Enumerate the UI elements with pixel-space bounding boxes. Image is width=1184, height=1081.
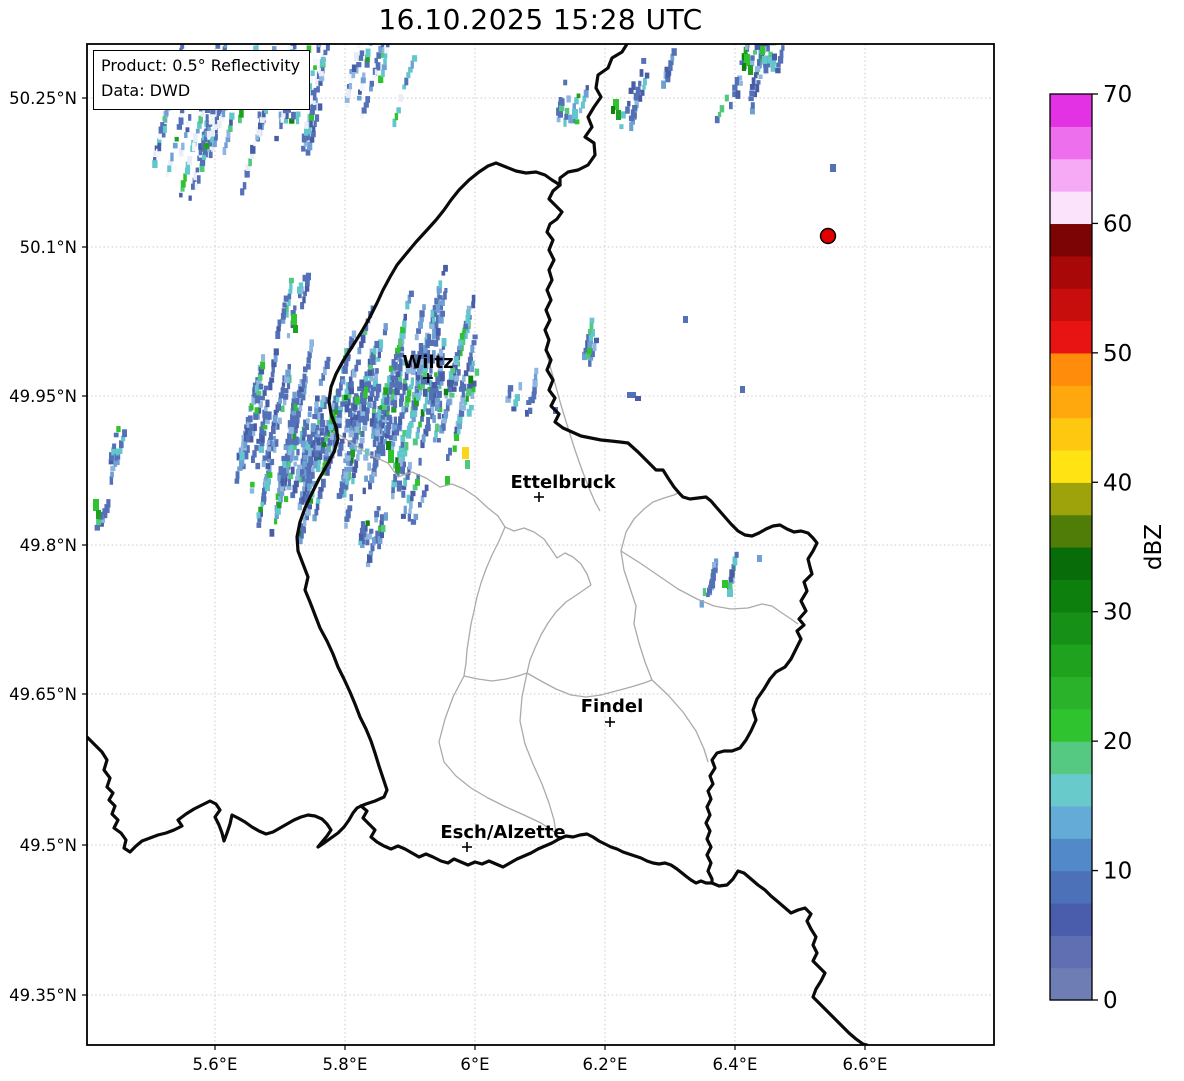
colorbar: 0 10 20 30 40 50 60 70 dBZ	[1049, 82, 1167, 1014]
y-tick-label: 49.5°N	[20, 836, 77, 855]
city-findel: Findel	[581, 696, 644, 727]
city-esch-alzette: Esch/Alzette	[440, 822, 566, 852]
y-tick-label: 50.1°N	[20, 238, 77, 257]
city-name-label: Ettelbruck	[510, 472, 616, 493]
colorbar-tick-label: 30	[1103, 600, 1132, 626]
radar-map-figure: WiltzEttelbruckFindelEsch/Alzette5.6°E 5.…	[9, 43, 1167, 1074]
y-tick-label: 49.8°N	[20, 536, 77, 555]
axis-ticks-and-labels: 5.6°E 5.8°E 6°E 6.2°E 6.4°E 6.6°E 50.25°N 50.1°…	[9, 89, 887, 1074]
colorbar-tick-label: 60	[1103, 211, 1132, 237]
radar-site-marker	[819, 227, 837, 245]
colorbar-tick-label: 20	[1103, 729, 1132, 755]
data-source-line: Data: DWD	[101, 80, 191, 100]
city-wiltz: Wiltz	[402, 352, 454, 383]
grid-lines	[87, 44, 994, 1045]
colorbar-tick-label: 50	[1103, 341, 1132, 367]
product-info-line: Product: 0.5° Reflectivity	[101, 56, 301, 75]
radar-map-page: 16.10.2025 15:28 UTC Wiltz Ettelbruck Find…	[0, 0, 1184, 1081]
colorbar-tick-label: 40	[1103, 470, 1132, 496]
colorbar-tick-label: 10	[1103, 859, 1132, 885]
colorbar-units-label: dBZ	[1141, 524, 1167, 570]
y-tick-label: 49.65°N	[9, 685, 77, 704]
y-tick-label: 49.95°N	[9, 387, 77, 406]
y-tick-label: 49.35°N	[9, 986, 77, 1005]
city-name-label: Esch/Alzette	[440, 822, 565, 843]
x-tick-label: 6°E	[460, 1055, 489, 1074]
colorbar-tick-label: 70	[1103, 82, 1132, 108]
product-info-box: Product: 0.5° Reflectivity Data: DWD	[93, 50, 311, 110]
city-ettelbruck: Ettelbruck	[510, 472, 617, 502]
y-tick-label: 50.25°N	[9, 89, 77, 108]
city-name-label: Wiltz	[402, 352, 453, 373]
x-tick-label: 6.2°E	[583, 1055, 628, 1074]
x-tick-label: 6.6°E	[843, 1055, 888, 1074]
x-tick-label: 5.8°E	[323, 1055, 368, 1074]
x-tick-label: 6.4°E	[713, 1055, 758, 1074]
city-name-label: Findel	[581, 696, 644, 717]
colorbar-tick-label: 0	[1103, 988, 1118, 1014]
x-tick-label: 5.6°E	[193, 1055, 238, 1074]
